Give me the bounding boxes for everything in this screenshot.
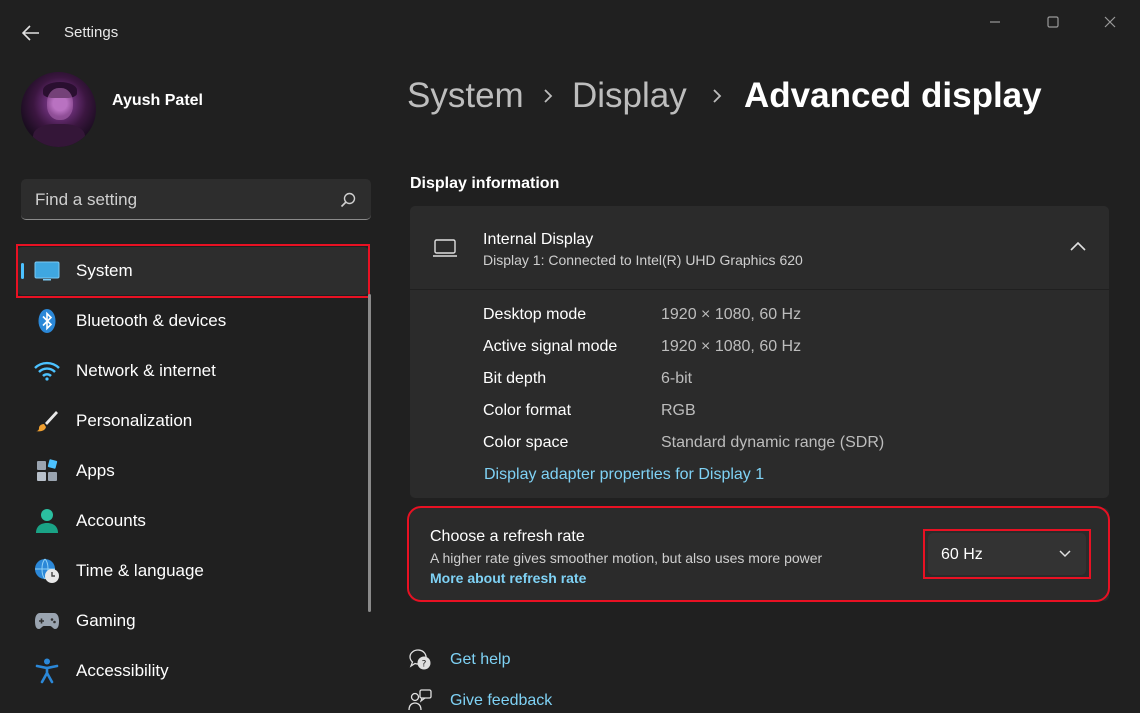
gamepad-icon xyxy=(34,609,60,633)
refresh-rate-title: Choose a refresh rate xyxy=(430,528,585,545)
info-value: Standard dynamic range (SDR) xyxy=(661,434,885,451)
chevron-down-icon xyxy=(1059,550,1071,558)
annotation-highlight-system xyxy=(16,244,370,298)
bluetooth-icon xyxy=(34,309,60,333)
title-bar: Settings xyxy=(0,0,1140,60)
breadcrumb-system[interactable]: System xyxy=(407,76,524,116)
sidebar-item-accounts[interactable]: Accounts xyxy=(17,497,369,545)
refresh-rate-value: 60 Hz xyxy=(941,546,983,563)
search-icon xyxy=(340,192,356,208)
sidebar-item-label: Time & language xyxy=(76,561,204,580)
user-name: Ayush Patel xyxy=(112,92,203,109)
sidebar-scrollbar[interactable] xyxy=(368,294,371,612)
laptop-icon xyxy=(433,239,457,257)
info-label: Color format xyxy=(483,402,572,419)
chevron-right-icon xyxy=(713,89,722,103)
info-label: Active signal mode xyxy=(483,338,618,355)
search-placeholder: Find a setting xyxy=(35,190,138,209)
sidebar-item-label: Bluetooth & devices xyxy=(76,311,227,330)
help-icon: ? xyxy=(409,649,431,670)
sidebar-item-bluetooth[interactable]: Bluetooth & devices xyxy=(17,297,369,345)
paintbrush-icon xyxy=(34,409,60,433)
sidebar-item-network[interactable]: Network & internet xyxy=(17,347,369,395)
chevron-right-icon xyxy=(544,89,553,103)
refresh-rate-link[interactable]: More about refresh rate xyxy=(430,570,586,586)
feedback-icon xyxy=(408,689,432,711)
get-help-link[interactable]: Get help xyxy=(450,651,510,669)
info-value: RGB xyxy=(661,402,696,419)
sidebar-item-accessibility[interactable]: Accessibility xyxy=(17,647,369,695)
info-label: Bit depth xyxy=(483,370,547,387)
sidebar-item-label: Accounts xyxy=(76,511,146,530)
breadcrumb-display[interactable]: Display xyxy=(572,76,687,116)
sidebar-item-label: Apps xyxy=(76,461,115,480)
info-value: 1920 × 1080, 60 Hz xyxy=(661,338,802,355)
refresh-rate-description: A higher rate gives smoother motion, but… xyxy=(430,550,823,566)
minimize-button[interactable] xyxy=(972,6,1018,38)
close-icon xyxy=(1104,16,1116,28)
sidebar-item-personalization[interactable]: Personalization xyxy=(17,397,369,445)
avatar[interactable] xyxy=(21,72,96,147)
search-input[interactable]: Find a setting xyxy=(21,179,371,220)
minimize-icon xyxy=(990,21,1000,23)
page-title: Advanced display xyxy=(744,76,1042,115)
time-language-icon xyxy=(34,558,60,583)
give-feedback-link[interactable]: Give feedback xyxy=(450,692,552,710)
apps-icon xyxy=(34,459,60,483)
back-button[interactable] xyxy=(14,18,48,48)
section-title: Display information xyxy=(410,175,560,192)
info-value: 1920 × 1080, 60 Hz xyxy=(661,306,802,323)
close-button[interactable] xyxy=(1087,6,1133,38)
info-value: 6-bit xyxy=(661,370,693,387)
chevron-up-icon[interactable] xyxy=(1068,240,1088,254)
maximize-icon xyxy=(1047,16,1059,28)
sidebar-item-time-language[interactable]: Time & language xyxy=(17,547,369,595)
sidebar-item-apps[interactable]: Apps xyxy=(17,447,369,495)
sidebar-item-label: Network & internet xyxy=(76,361,216,380)
svg-text:?: ? xyxy=(422,660,427,670)
display-subtitle: Display 1: Connected to Intel(R) UHD Gra… xyxy=(483,252,803,268)
sidebar-item-label: Accessibility xyxy=(76,661,169,680)
accessibility-icon xyxy=(34,658,60,684)
info-label: Color space xyxy=(483,434,569,451)
adapter-properties-link[interactable]: Display adapter properties for Display 1 xyxy=(484,466,764,484)
app-title: Settings xyxy=(64,24,119,41)
sidebar-item-label: Gaming xyxy=(76,611,136,630)
accounts-icon xyxy=(34,509,60,533)
info-label: Desktop mode xyxy=(483,306,587,323)
wifi-icon xyxy=(34,359,60,383)
maximize-button[interactable] xyxy=(1030,6,1076,38)
sidebar-item-gaming[interactable]: Gaming xyxy=(17,597,369,645)
sidebar-item-label: Personalization xyxy=(76,411,193,430)
back-arrow-icon xyxy=(22,25,39,41)
display-name: Internal Display xyxy=(483,231,594,248)
